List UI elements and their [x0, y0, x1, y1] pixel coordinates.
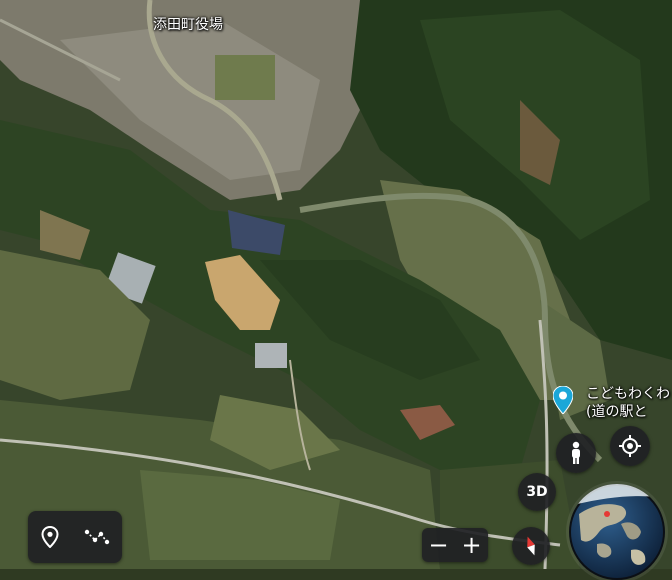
my-location-button[interactable] [610, 426, 650, 466]
street-view-button[interactable] [556, 433, 596, 473]
toggle-3d-label: 3D [526, 484, 548, 500]
zoom-out-button[interactable]: − [428, 533, 448, 557]
pin-icon[interactable] [40, 526, 59, 548]
zoom-controls: − + [422, 528, 488, 562]
compass-icon [527, 536, 535, 556]
satellite-map[interactable] [0, 0, 672, 569]
globe-location-dot [604, 511, 610, 517]
poi-label-line2[interactable]: (道の駅と [586, 401, 647, 421]
globe-view-button[interactable] [569, 484, 665, 580]
globe-icon [569, 484, 665, 578]
pegman-icon [572, 441, 580, 464]
toggle-3d-button[interactable]: 3D [518, 473, 556, 511]
poi-label-line1[interactable]: こどもわくわ [586, 383, 670, 403]
map-tools-panel [28, 511, 122, 563]
crosshair-icon [619, 435, 641, 457]
poi-marker-icon[interactable] [553, 386, 573, 414]
measure-path-icon[interactable] [84, 528, 110, 546]
zoom-in-button[interactable]: + [461, 533, 481, 557]
compass-button[interactable] [512, 527, 550, 565]
place-label-town-hall[interactable]: 添田町役場 [153, 14, 223, 34]
